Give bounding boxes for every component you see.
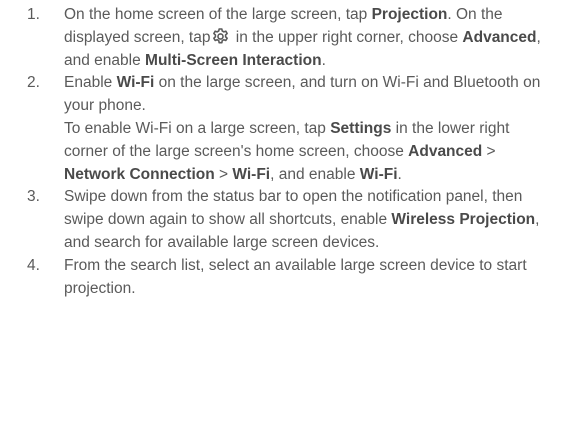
step-number: 3. bbox=[27, 188, 40, 206]
text-run: To enable Wi-Fi on a large screen, tap bbox=[64, 119, 331, 137]
step-number: 1. bbox=[27, 6, 40, 23]
step-3: 3. Swipe down from the status bar to ope… bbox=[0, 186, 564, 254]
text-run: . bbox=[397, 165, 402, 183]
ui-term-wifi: Wi-Fi bbox=[232, 165, 271, 183]
gear-icon bbox=[211, 27, 230, 46]
ui-term-projection: Projection bbox=[371, 6, 448, 23]
ui-term-network-connection: Network Connection bbox=[64, 165, 215, 183]
ui-term-settings: Settings bbox=[330, 119, 392, 137]
ui-term-advanced: Advanced bbox=[408, 142, 483, 160]
text-run: On the home screen of the large screen, … bbox=[64, 6, 372, 23]
step-text: Swipe down from the status bar to open t… bbox=[64, 186, 556, 254]
ui-term-wireless-projection: Wireless Projection bbox=[391, 211, 536, 229]
text-run: > bbox=[214, 165, 233, 183]
step-number: 4. bbox=[27, 256, 40, 274]
step-text: Enable Wi-Fi on the large screen, and tu… bbox=[64, 72, 556, 118]
step-1: 1. On the home screen of the large scree… bbox=[0, 4, 564, 72]
text-run: . bbox=[321, 51, 326, 69]
ui-term-wifi: Wi-Fi bbox=[359, 165, 398, 183]
text-run: in the upper right corner, choose bbox=[231, 28, 463, 46]
step-subtext: To enable Wi-Fi on a large screen, tap S… bbox=[64, 118, 556, 186]
step-2: 2. Enable Wi-Fi on the large screen, and… bbox=[0, 72, 564, 186]
ui-term-advanced: Advanced bbox=[462, 28, 537, 46]
text-run: Enable bbox=[64, 74, 117, 92]
step-4: 4. From the search list, select an avail… bbox=[0, 255, 564, 301]
step-text: From the search list, select an availabl… bbox=[64, 255, 556, 301]
text-run: , and enable bbox=[270, 165, 360, 183]
step-number: 2. bbox=[27, 74, 40, 92]
text-run: > bbox=[482, 142, 496, 160]
instructions-list: 1. On the home screen of the large scree… bbox=[0, 4, 564, 300]
ui-term-multi-screen-interaction: Multi-Screen Interaction bbox=[145, 51, 322, 69]
step-text: On the home screen of the large screen, … bbox=[64, 4, 556, 72]
text-run: From the search list, select an availabl… bbox=[64, 256, 527, 297]
ui-term-wifi: Wi-Fi bbox=[116, 74, 155, 92]
